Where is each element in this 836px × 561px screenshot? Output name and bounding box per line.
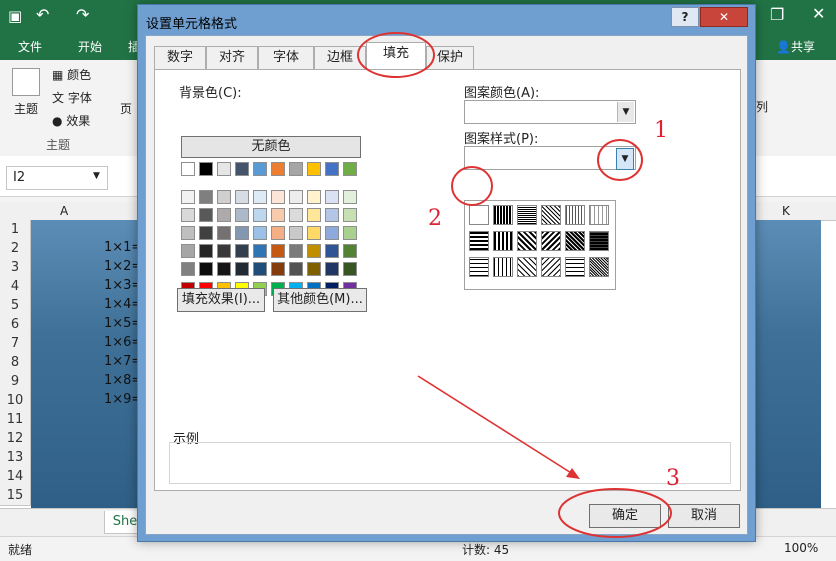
annotation-circle-fill-tab <box>357 32 435 78</box>
annotation-arrowhead <box>566 468 580 479</box>
annotation-circle-solid-pattern <box>451 166 493 206</box>
annotation-number-3: 3 <box>666 466 680 491</box>
annotation-circle-ok <box>558 488 672 538</box>
tutorial-annotations <box>357 32 672 538</box>
annotation-arrow <box>417 375 577 477</box>
annotation-circle-dropdown <box>597 139 643 181</box>
annotation-number-1: 1 <box>654 118 668 143</box>
annotation-number-2: 2 <box>428 206 442 231</box>
